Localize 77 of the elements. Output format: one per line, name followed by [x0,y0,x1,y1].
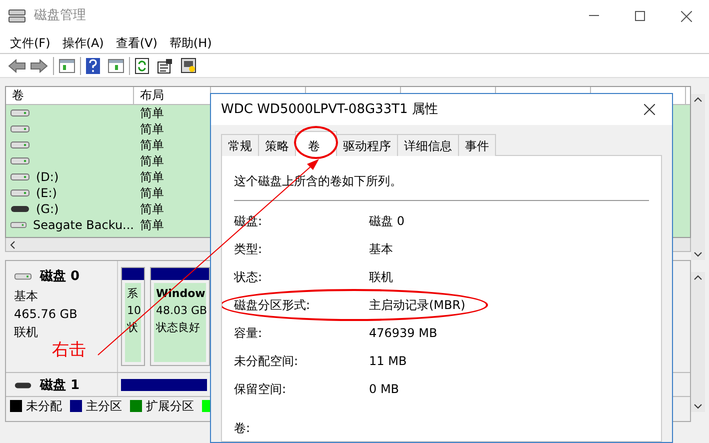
tab[interactable]: 事件 [458,134,496,156]
drive-icon [10,124,30,134]
property-label: 未分配空间: [234,353,300,370]
property-value: 联机 [369,269,393,286]
menu-item[interactable]: 查看(V) [110,32,164,53]
table-cell-text: 简单 [139,105,165,122]
property-label: 磁盘分区形式: [234,297,312,314]
tab[interactable]: 卷 [295,131,337,156]
disk-info: 465.76 GB [14,306,78,322]
table-cell-text: 简单 [139,137,165,154]
vertical-scrollbar[interactable] [691,272,705,412]
table-cell-text: 简单 [139,121,165,138]
menu-item[interactable]: 操作(A) [56,32,110,53]
scroll-down-icon[interactable] [694,252,702,257]
menu-item[interactable]: 帮助(H) [163,32,218,53]
volume-name: (G:) [36,201,59,218]
annotation-text: 右击 [52,339,86,362]
close-icon[interactable] [680,10,692,22]
table-cell-text: 简单 [139,201,165,218]
legend-label: 未分配 [26,398,62,415]
drive-icon [10,188,30,198]
drive-icon [10,204,30,214]
property-label: 保留空间: [234,381,288,398]
scroll-down-icon[interactable] [694,404,702,409]
partition-info: 48.03 GB [156,303,204,319]
volume-name: (D:) [36,169,59,186]
menu-item[interactable]: 文件(F) [4,32,56,53]
section-label: 卷: [234,420,252,437]
partition-name: 系 [127,286,139,302]
disk-name: 磁盘 1 [40,377,80,395]
drive-icon [10,172,30,182]
tab[interactable]: 驱动程序 [336,134,398,156]
volume-name: (E:) [36,185,57,202]
tab[interactable]: 策略 [258,134,296,156]
table-cell-text: 简单 [139,153,165,170]
volume-name: Seagate Backu... [32,217,134,234]
drive-icon [14,381,32,390]
disk-info: 基本 [14,288,39,304]
drive-icon [10,156,30,166]
tab[interactable]: 常规 [221,134,259,156]
drive-icon [10,220,27,230]
description-text: 这个磁盘上所含的卷如下所列。 [234,173,403,190]
property-value: 11 MB [369,353,407,370]
column-header[interactable]: 卷 [6,87,134,104]
property-value: 476939 MB [369,325,438,342]
property-value: 磁盘 0 [369,213,404,230]
dialog-title: WDC WD5000LPVT-08G33T1 属性 [221,100,438,119]
close-icon[interactable] [644,104,654,115]
drive-icon [10,140,30,150]
tab[interactable]: 详细信息 [397,134,459,156]
property-value: 0 MB [369,381,400,398]
property-value: 主启动记录(MBR) [369,297,466,314]
property-label: 容量: [234,325,264,342]
legend-label: 扩展分区 [146,398,194,415]
minimize-icon[interactable] [589,15,599,17]
property-label: 类型: [234,241,264,258]
vertical-scrollbar[interactable] [691,94,705,260]
scroll-up-icon[interactable] [694,97,702,102]
partition-stripe [122,268,144,280]
table-cell-text: 简单 [139,185,165,202]
disk-info: 联机 [14,324,39,340]
partition-info: 状态良好 [156,320,201,336]
scroll-left-icon[interactable] [10,240,15,248]
property-value: 基本 [369,241,393,258]
table-cell-text: 简单 [139,169,165,186]
drive-icon [14,272,32,282]
legend-label: 主分区 [86,398,122,415]
disk-name: 磁盘 0 [40,268,80,286]
property-label: 状态: [234,269,264,286]
drive-icon [10,108,30,118]
window-title: 磁盘管理 [34,7,86,26]
scroll-up-icon[interactable] [694,275,702,280]
partition-stripe [151,268,209,280]
maximize-icon[interactable] [635,11,645,21]
partition-info: 10 [127,303,139,319]
disk-drive-icon [8,8,26,24]
table-cell-text: 简单 [139,217,165,234]
